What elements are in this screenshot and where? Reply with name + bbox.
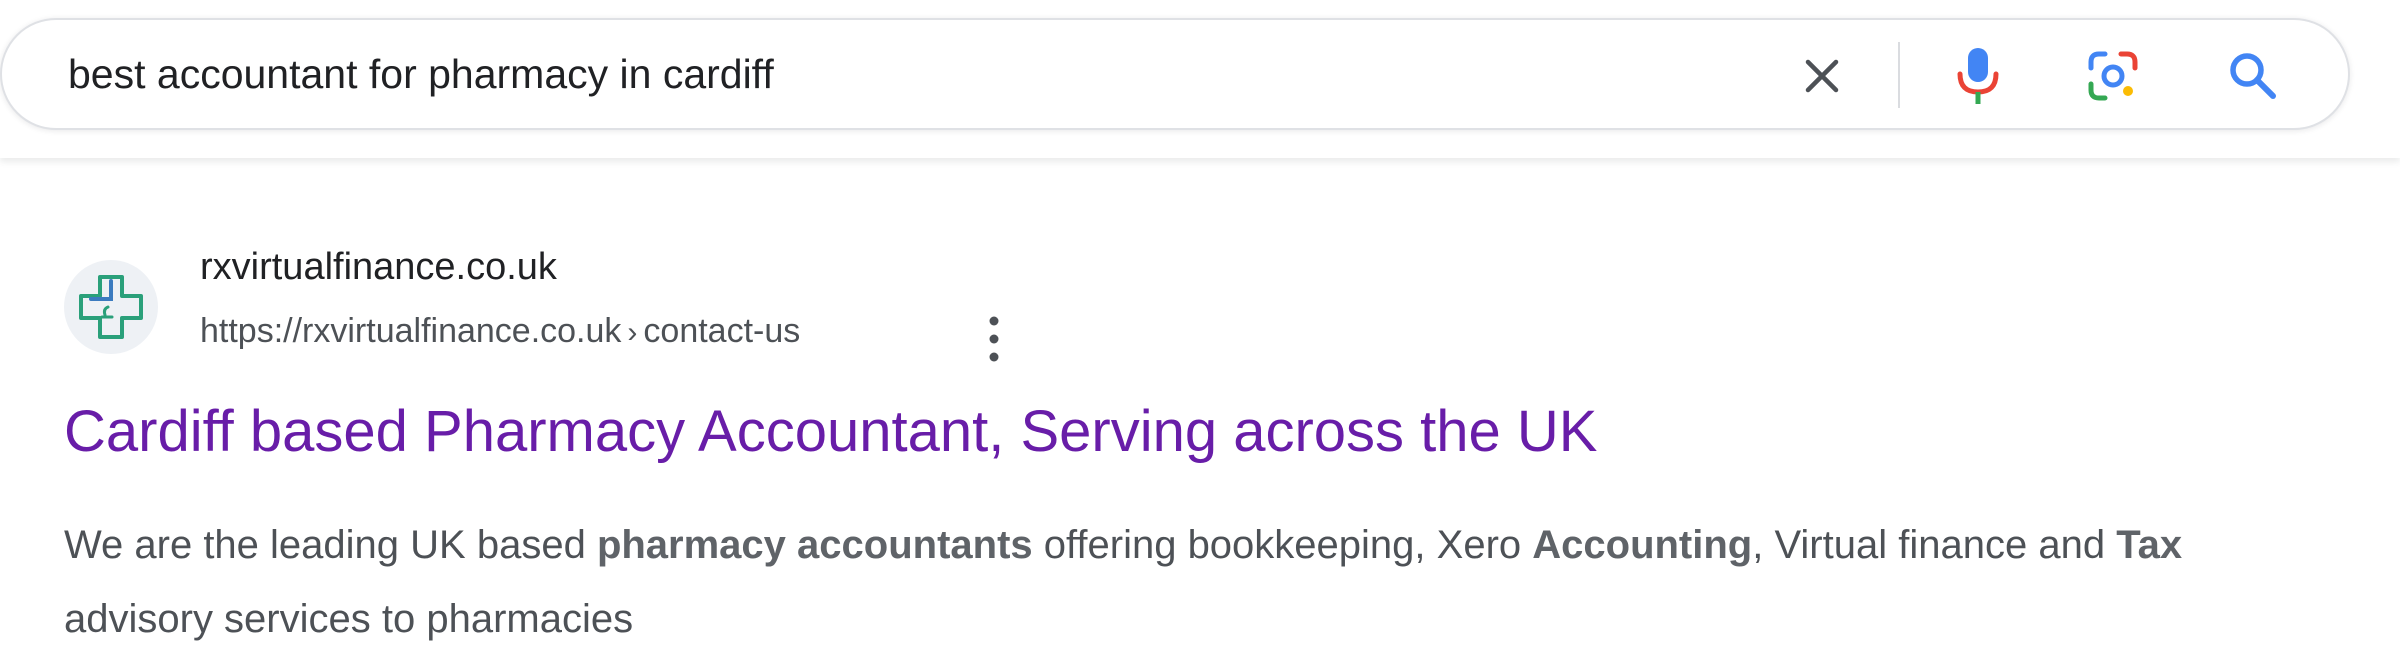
search-by-image-button[interactable] bbox=[2075, 38, 2151, 114]
snippet-text: offering bookkeeping, Xero bbox=[1032, 523, 1533, 567]
result-url-base: https://rxvirtualfinance.co.uk bbox=[200, 312, 622, 350]
snippet-highlight: pharmacy accountants bbox=[596, 523, 1033, 567]
pharmacy-cross-icon bbox=[79, 275, 143, 339]
result-title-link[interactable]: Cardiff based Pharmacy Accountant, Servi… bbox=[64, 398, 1598, 465]
clear-search-button[interactable] bbox=[1784, 38, 1860, 114]
snippet-text: advisory services to pharmacies bbox=[64, 597, 634, 641]
snippet-text: We are the leading UK based bbox=[64, 523, 597, 567]
search-button[interactable] bbox=[2215, 38, 2291, 114]
camera-lens-icon bbox=[2088, 51, 2138, 101]
snippet-highlight: Accounting bbox=[1532, 523, 1753, 567]
close-icon bbox=[1805, 59, 1839, 93]
result-url-path: contact-us bbox=[643, 312, 801, 350]
search-icon bbox=[2230, 53, 2276, 99]
search-input[interactable] bbox=[68, 44, 1688, 104]
result-url[interactable]: https://rxvirtualfinance.co.uk › contact-u… bbox=[200, 312, 800, 351]
search-header bbox=[0, 0, 2400, 158]
result-url-separator: › bbox=[627, 316, 638, 349]
search-box[interactable] bbox=[0, 18, 2350, 130]
snippet-highlight: Tax bbox=[2116, 523, 2183, 567]
result-snippet: We are the leading UK based pharmacy acc… bbox=[64, 508, 2264, 656]
snippet-text: , Virtual finance and bbox=[1752, 523, 2117, 567]
microphone-icon bbox=[1957, 48, 1999, 104]
search-box-divider bbox=[1898, 42, 1900, 108]
more-vert-icon bbox=[989, 316, 999, 362]
voice-search-button[interactable] bbox=[1940, 38, 2016, 114]
site-favicon[interactable] bbox=[64, 260, 158, 354]
result-more-options-button[interactable] bbox=[964, 304, 1024, 374]
result-site-name[interactable]: rxvirtualfinance.co.uk bbox=[200, 246, 557, 289]
